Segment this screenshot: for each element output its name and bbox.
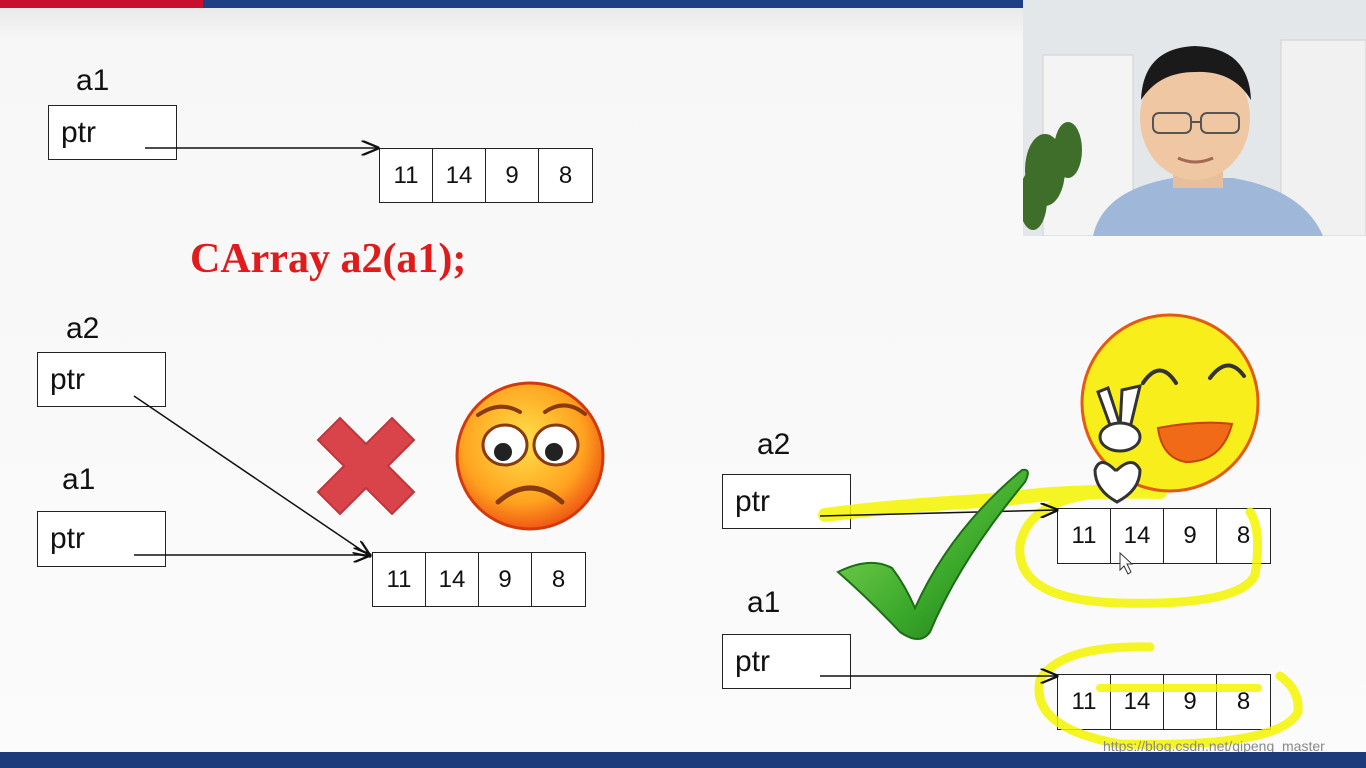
smiley-face-icon — [1080, 313, 1260, 504]
checkmark-icon — [836, 468, 1029, 640]
bottom-bar — [0, 752, 1366, 768]
cross-icon — [316, 416, 416, 516]
presenter-video-icon — [1023, 0, 1366, 236]
sad-face-icon — [455, 381, 605, 531]
mouse-cursor-icon — [1119, 551, 1134, 575]
presenter-webcam — [1023, 0, 1366, 236]
